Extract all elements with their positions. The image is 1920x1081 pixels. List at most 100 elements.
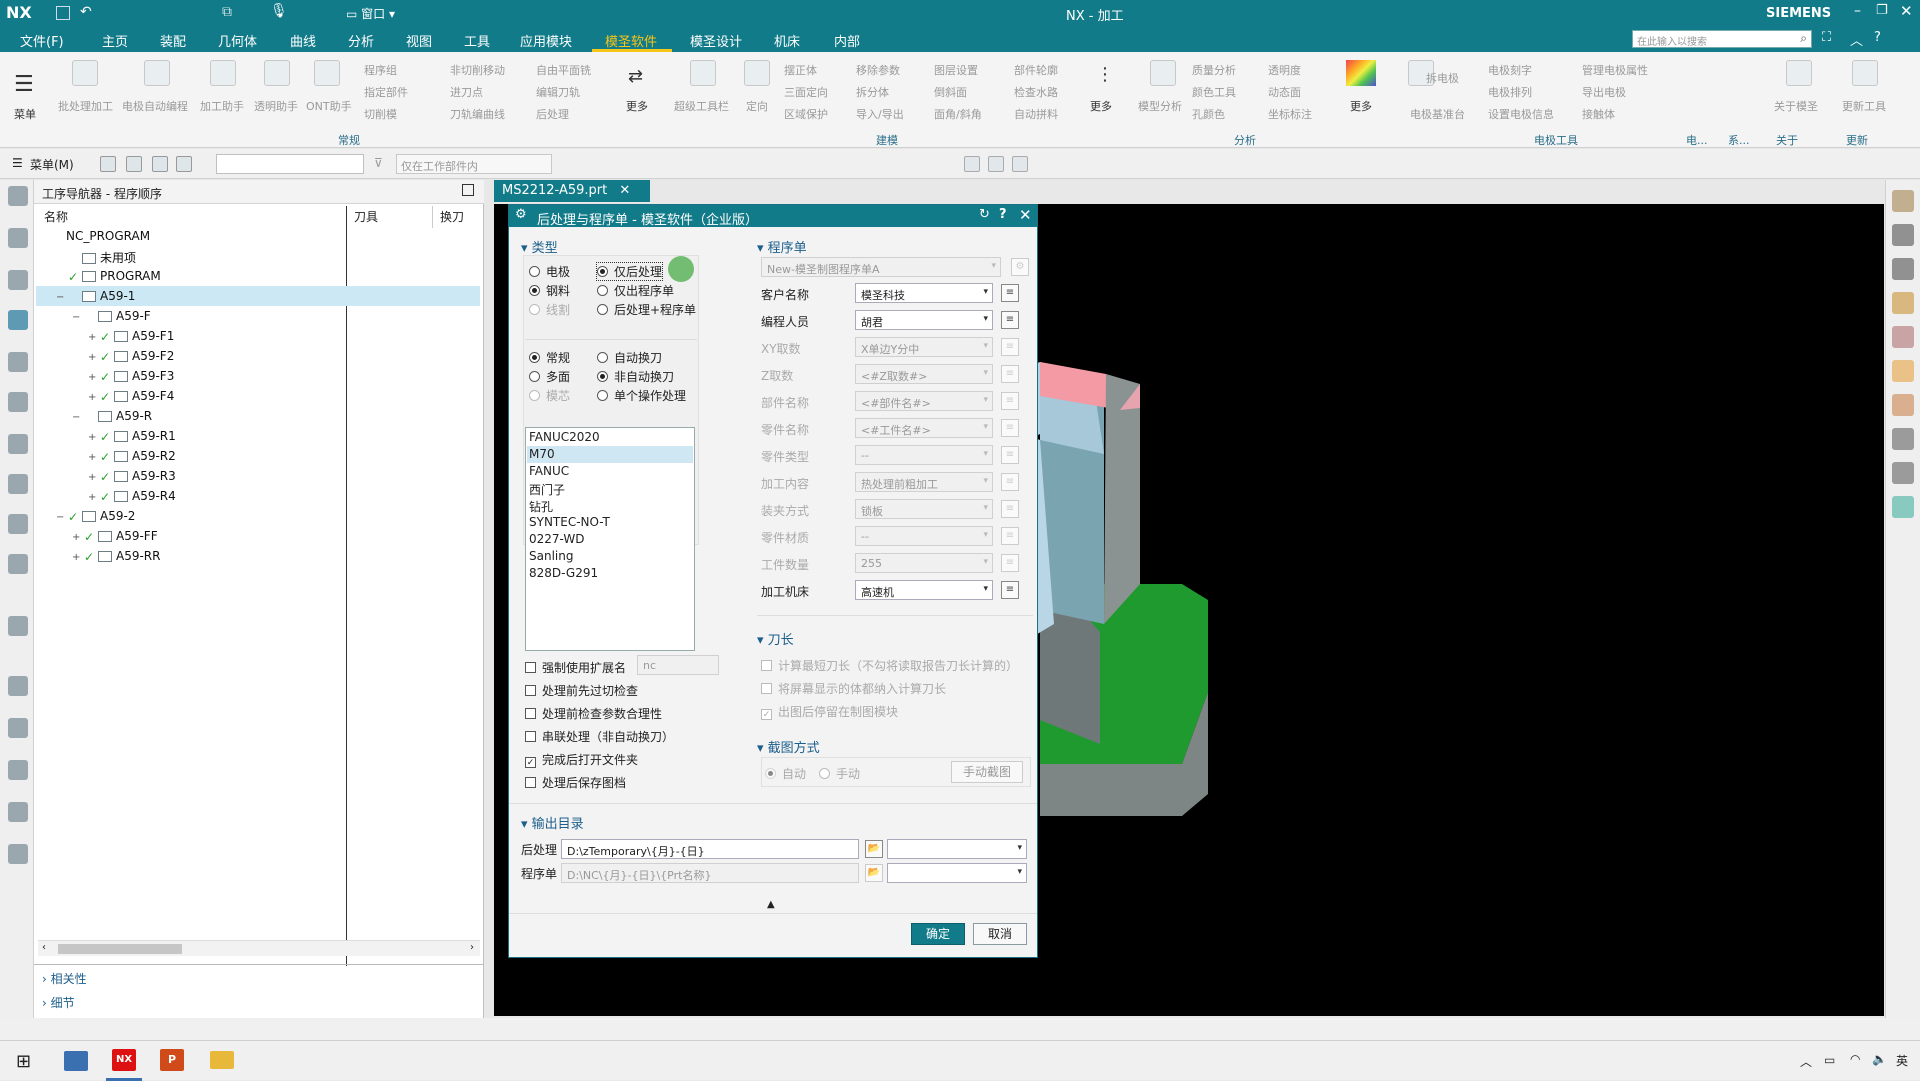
operation-navigator-icon[interactable] [8,310,28,330]
pc-icon[interactable] [64,1051,88,1071]
out-post-history[interactable]: ▾ [887,839,1027,859]
ont-assistant-icon[interactable] [314,60,340,86]
col-tool-change[interactable]: 换刀 [440,208,464,225]
super-toolbar-icon[interactable] [690,60,716,86]
typeLeft-radio[interactable]: 线割 [529,301,570,318]
cancel-button[interactable]: 取消 [973,923,1027,945]
rb-program-group[interactable]: 程序组 [364,62,397,78]
details-panel[interactable]: › 细节 [42,994,75,1011]
tree-twist-icon[interactable]: − [56,292,68,303]
rb-batch-process[interactable]: 批处理加工 [58,98,113,114]
rb-specify-part[interactable]: 指定部件 [364,84,408,100]
cam-tool-icon[interactable] [8,802,28,822]
scroll-right-icon[interactable]: › [470,942,474,953]
postprocessor-item[interactable]: M70 [527,446,693,463]
tool-option-checkbox[interactable]: ✓ 出图后停留在制图模块 [761,703,898,720]
section-screenshot[interactable]: ▾ 截图方式 [757,737,820,756]
tree-twist-icon[interactable]: + [72,532,84,543]
right-icon-8[interactable] [1892,428,1914,450]
transparent-assistant-icon[interactable] [264,60,290,86]
tray-volume-icon[interactable]: 🔈 [1872,1052,1887,1066]
modeRight-radio[interactable]: 自动换刀 [597,349,662,366]
tree-row[interactable]: + ✓ A59-R2 [36,446,480,466]
tree-row[interactable]: + ✓ A59-F1 [36,326,480,346]
tray-language[interactable]: 英 [1896,1052,1908,1069]
rb-more-1[interactable]: 更多 [626,98,648,114]
option-checkbox[interactable]: 串联处理（非自动换刀） [525,728,674,745]
ribbon-menu-label[interactable]: 菜单 [14,106,36,122]
menu-analysis[interactable]: 分析 [348,31,374,50]
field-list-icon[interactable]: ≡ [1001,419,1019,437]
right-icon-5[interactable] [1892,326,1914,348]
field-dropdown[interactable]: 胡君 ▾ [855,310,993,330]
tree-row[interactable]: + ✓ A59-FF [36,526,480,546]
rb-orient[interactable]: 定向 [746,98,768,114]
option-checkbox[interactable]: 强制使用扩展名 [525,659,626,676]
modeLeft-radio[interactable]: 常规 [529,349,570,366]
menu-home[interactable]: 主页 [102,31,128,50]
update-tool-icon[interactable] [1852,60,1878,86]
rb-split-electrode[interactable]: 拆电极 [1426,70,1459,86]
tb-view-icon-2[interactable] [988,156,1004,172]
rb-layer-setting[interactable]: 图层设置 [934,62,978,78]
postprocessor-item[interactable]: 0227-WD [527,531,693,548]
menu-machine[interactable]: 机床 [774,31,800,50]
electrode-auto-icon[interactable] [144,60,170,86]
search-icon[interactable]: ⌕ [1800,31,1807,46]
menu-geometry[interactable]: 几何体 [218,31,257,50]
menu-view[interactable]: 视图 [406,31,432,50]
tool-library-icon[interactable] [8,392,28,412]
modeLeft-radio[interactable]: 模芯 [529,387,570,404]
right-icon-2[interactable] [1892,224,1914,246]
machine-tool-icon[interactable] [8,844,28,864]
rb-color-tool[interactable]: 颜色工具 [1192,84,1236,100]
copy-icon[interactable]: ⧉ [222,4,232,20]
web-icon[interactable] [8,616,28,636]
rb-edit-toolpath[interactable]: 编辑刀轨 [536,84,580,100]
field-list-icon[interactable]: ≡ [1001,311,1019,329]
rb-export-electrode[interactable]: 导出电极 [1582,84,1626,100]
field-dropdown[interactable]: <#部件名#> ▾ [855,391,993,411]
rb-super-toolbar[interactable]: 超级工具栏 [674,98,729,114]
minimize-icon[interactable]: – [1854,3,1861,19]
viewport-tab[interactable]: MS2212-A59.prt ✕ [494,180,650,202]
rb-import-export[interactable]: 导入/导出 [856,106,904,122]
rb-transparent-assistant[interactable]: 透明助手 [254,98,298,114]
tree-row[interactable]: + ✓ A59-F4 [36,386,480,406]
menu-assembly[interactable]: 装配 [160,31,186,50]
rb-split-body[interactable]: 拆分体 [856,84,889,100]
rb-postprocess[interactable]: 后处理 [536,106,569,122]
tb-icon-2[interactable] [126,156,142,172]
browse-prog-folder-icon[interactable]: 📂 [865,864,883,882]
tree-row[interactable]: ✓ PROGRAM [36,266,480,286]
field-list-icon[interactable]: ≡ [1001,284,1019,302]
right-icon-1[interactable] [1892,190,1914,212]
rb-toolpath-curve[interactable]: 刀轨编曲线 [450,106,505,122]
field-dropdown[interactable]: 模圣科技 ▾ [855,283,993,303]
tree-row[interactable]: + ✓ A59-RR [36,546,480,566]
rb-three-face[interactable]: 三面定向 [784,84,828,100]
postprocessor-item[interactable]: FANUC2020 [527,429,693,446]
menu-mosheng-design[interactable]: 模圣设计 [690,31,742,50]
field-list-icon[interactable]: ≡ [1001,446,1019,464]
tree-twist-icon[interactable]: + [88,432,100,443]
tray-network-icon[interactable]: ▭ [1824,1053,1835,1067]
close-icon[interactable]: ✕ [1900,2,1913,20]
rb-model-analysis[interactable]: 模型分析 [1138,98,1182,114]
hamburger-menu-icon[interactable]: ☰ [14,72,34,97]
file-explorer-icon[interactable] [210,1051,234,1069]
menu-internal[interactable]: 内部 [834,31,860,50]
right-icon-7[interactable] [1892,394,1914,416]
out-prog-input[interactable]: D:\NC\{月}-{日}\{Prt名称} [561,863,859,883]
right-icon-4[interactable] [1892,292,1914,314]
feature-navigator-icon[interactable] [8,434,28,454]
rb-noncut-move[interactable]: 非切削移动 [450,62,505,78]
tree-row[interactable]: 未用项 [36,246,480,266]
tool-option-checkbox[interactable]: 将屏幕显示的体都纳入计算刀长 [761,680,946,697]
postprocessor-item[interactable]: FANUC [527,463,693,480]
tree-row[interactable]: + ✓ A59-R1 [36,426,480,446]
windows-start-icon[interactable]: ⊞ [16,1051,31,1072]
scroll-left-icon[interactable]: ‹ [42,942,46,953]
dialog-titlebar[interactable]: ⚙ 后处理与程序单 - 模圣软件（企业版） ↻ ? ✕ [509,205,1037,228]
scope-dropdown[interactable]: 仅在工作部件内 [396,154,552,174]
